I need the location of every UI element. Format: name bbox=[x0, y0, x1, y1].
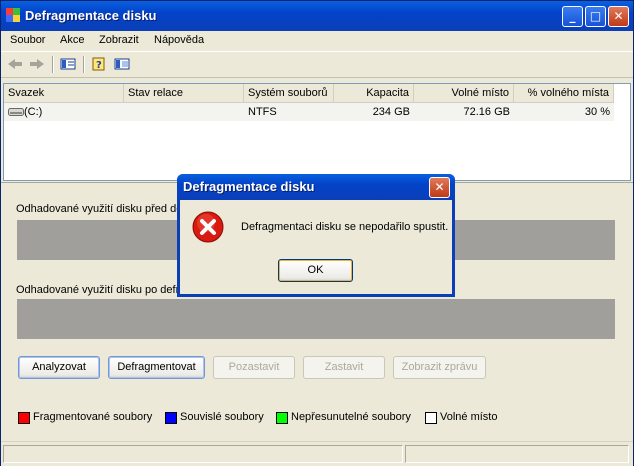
back-arrow-icon[interactable] bbox=[6, 56, 24, 72]
dialog-close-button[interactable]: ✕ bbox=[429, 177, 450, 198]
help-icon[interactable]: ? bbox=[90, 56, 108, 72]
properties-icon[interactable] bbox=[113, 56, 131, 72]
legend-swatch-white bbox=[425, 412, 437, 424]
status-segment bbox=[405, 445, 629, 463]
defragment-button[interactable]: Defragmentovat bbox=[108, 356, 205, 379]
after-usage-bar bbox=[17, 299, 615, 339]
status-bar bbox=[1, 441, 633, 466]
close-icon: ✕ bbox=[434, 180, 445, 194]
close-icon: ✕ bbox=[613, 9, 624, 23]
column-kapacita[interactable]: Kapacita bbox=[334, 84, 414, 102]
dialog-title-bar[interactable]: Defragmentace disku ✕ bbox=[177, 174, 455, 200]
main-window: Defragmentace disku _ □ ✕ Soubor Akce Zo… bbox=[0, 0, 634, 466]
column-svazek[interactable]: Svazek bbox=[4, 84, 124, 102]
maximize-icon: □ bbox=[589, 9, 602, 23]
minimize-button[interactable]: _ bbox=[562, 6, 583, 27]
error-icon bbox=[192, 211, 224, 243]
menu-napoveda[interactable]: Nápověda bbox=[154, 34, 204, 46]
table-row[interactable]: (C:) NTFS 234 GB 72.16 GB 30 % bbox=[4, 103, 614, 121]
stop-button[interactable]: Zastavit bbox=[303, 356, 385, 379]
title-bar[interactable]: Defragmentace disku _ □ ✕ bbox=[1, 1, 633, 31]
minimize-icon: _ bbox=[569, 9, 576, 23]
menu-zobrazit[interactable]: Zobrazit bbox=[99, 34, 139, 46]
menu-akce[interactable]: Akce bbox=[60, 34, 84, 46]
menu-soubor[interactable]: Soubor bbox=[10, 34, 45, 46]
toolbar-separator bbox=[52, 56, 54, 73]
window-title: Defragmentace disku bbox=[25, 8, 157, 23]
volume-capacity: 234 GB bbox=[372, 106, 410, 118]
status-segment bbox=[3, 445, 403, 463]
analyze-button[interactable]: Analyzovat bbox=[18, 356, 100, 379]
volume-filesystem: NTFS bbox=[248, 106, 277, 118]
volume-free-percent: 30 % bbox=[584, 106, 610, 118]
volume-status bbox=[124, 103, 244, 121]
column-stav-relace[interactable]: Stav relace bbox=[124, 84, 244, 102]
dialog-title: Defragmentace disku bbox=[183, 179, 315, 194]
legend-label: Nepřesunutelné soubory bbox=[291, 411, 411, 423]
legend-swatch-blue bbox=[165, 412, 177, 424]
volume-free: 72.16 GB bbox=[463, 106, 510, 118]
column-volne-misto[interactable]: Volné místo bbox=[414, 84, 514, 102]
view-report-button[interactable]: Zobrazit zprávu bbox=[393, 356, 486, 379]
volume-list-header: Svazek Stav relace Systém souborů Kapaci… bbox=[4, 84, 614, 103]
volume-list[interactable]: Svazek Stav relace Systém souborů Kapaci… bbox=[3, 83, 631, 181]
pause-button[interactable]: Pozastavit bbox=[213, 356, 295, 379]
volume-name: (C:) bbox=[24, 106, 43, 118]
svg-text:?: ? bbox=[96, 60, 102, 71]
menu-bar: Soubor Akce Zobrazit Nápověda bbox=[1, 31, 633, 52]
legend-swatch-red bbox=[18, 412, 30, 424]
toolbar-separator bbox=[83, 56, 85, 73]
maximize-button[interactable]: □ bbox=[585, 6, 606, 27]
forward-arrow-icon[interactable] bbox=[28, 56, 46, 72]
close-button[interactable]: ✕ bbox=[608, 6, 629, 27]
legend-label: Fragmentované soubory bbox=[33, 411, 153, 423]
error-dialog: Defragmentace disku ✕ Defragmentaci disk… bbox=[177, 174, 455, 297]
column-procento-volneho[interactable]: % volného místa bbox=[514, 84, 614, 102]
volume-list-icon[interactable] bbox=[59, 56, 77, 72]
ok-button[interactable]: OK bbox=[278, 259, 353, 282]
legend-label: Souvislé soubory bbox=[180, 411, 264, 423]
legend-label: Volné místo bbox=[440, 411, 498, 423]
column-system-souboru[interactable]: Systém souborů bbox=[244, 84, 334, 102]
defrag-app-icon bbox=[6, 8, 20, 22]
legend-swatch-green bbox=[276, 412, 288, 424]
dialog-message: Defragmentaci disku se nepodařilo spusti… bbox=[241, 221, 449, 233]
toolbar: ? bbox=[1, 52, 633, 78]
